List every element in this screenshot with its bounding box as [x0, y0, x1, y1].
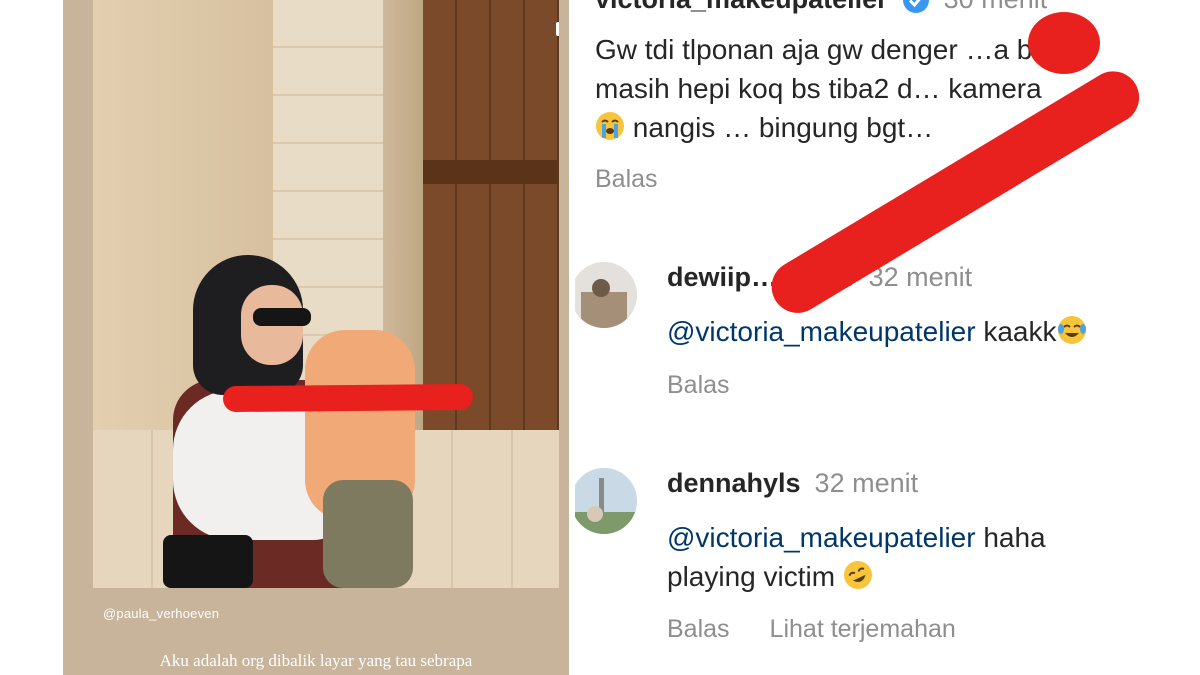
- rolling-on-floor-laughing-emoji: [843, 561, 872, 589]
- avatar-image: [575, 262, 637, 328]
- comment-username[interactable]: victoria_makeupatelier: [595, 0, 888, 15]
- redaction-mark-photo: [222, 383, 474, 413]
- comment-text: haha: [983, 522, 1046, 553]
- mention-link[interactable]: @victoria_makeupatelier: [667, 316, 976, 347]
- reply-button[interactable]: Balas: [667, 371, 730, 400]
- face-with-tears-of-joy-emoji: [1057, 316, 1086, 344]
- loudly-crying-face-emoji: [596, 112, 624, 140]
- comment-text-line: Gw tdi tlponan aja gw denger …a baim: [595, 34, 1078, 65]
- comment-actions: Balas: [667, 371, 730, 400]
- photo-door-bar: [423, 160, 559, 184]
- multiple-photos-icon[interactable]: [555, 17, 559, 37]
- photo-bag: [163, 535, 253, 588]
- reply-button[interactable]: Balas: [667, 615, 730, 644]
- reply-button[interactable]: Balas: [595, 165, 658, 194]
- avatar-image: [575, 468, 637, 534]
- comment-username[interactable]: dennahyls: [667, 468, 801, 499]
- photo-credit[interactable]: @paula_verhoeven: [103, 606, 219, 621]
- comment-text: playing victim: [667, 561, 836, 592]
- photo-sunglasses: [253, 308, 311, 326]
- comment-time: 30 menit: [944, 0, 1048, 15]
- verified-badge-icon: [902, 0, 929, 13]
- avatar[interactable]: [575, 262, 637, 328]
- comment-time: 32 menit: [814, 468, 919, 498]
- comment-text-fragment: nangis … bingung bgt…: [632, 112, 934, 143]
- comment-time: 32 menit: [868, 262, 973, 292]
- comment-body: @victoria_makeupatelier kaakk: [667, 312, 1087, 351]
- comment-header: victoria_makeupatelier 30 menit: [595, 0, 1047, 15]
- comment-text-line-3: nangis … bingung bgt…: [595, 108, 933, 147]
- avatar[interactable]: [575, 468, 637, 534]
- comment-actions: Balas Lihat terjemahan: [667, 615, 956, 644]
- comment-header: dennahyls 32 menit: [667, 468, 918, 499]
- comment-text: kaakk: [983, 316, 1057, 347]
- story-panel: [63, 0, 569, 675]
- comment-body: @victoria_makeupatelier haha: [667, 518, 1046, 557]
- story-photo: [93, 0, 559, 588]
- see-translation-button[interactable]: Lihat terjemahan: [770, 615, 956, 644]
- comment-text-line: masih hepi koq bs tiba2 d… kamera: [595, 73, 1042, 104]
- mention-link[interactable]: @victoria_makeupatelier: [667, 522, 976, 553]
- photo-child-legs: [323, 480, 413, 588]
- story-caption: Aku adalah org dibalik layar yang tau se…: [159, 651, 473, 670]
- redaction-mark-comments-end: [1028, 12, 1100, 74]
- comment-actions: Balas: [595, 165, 658, 194]
- comment-body-line-2: playing victim: [667, 557, 873, 596]
